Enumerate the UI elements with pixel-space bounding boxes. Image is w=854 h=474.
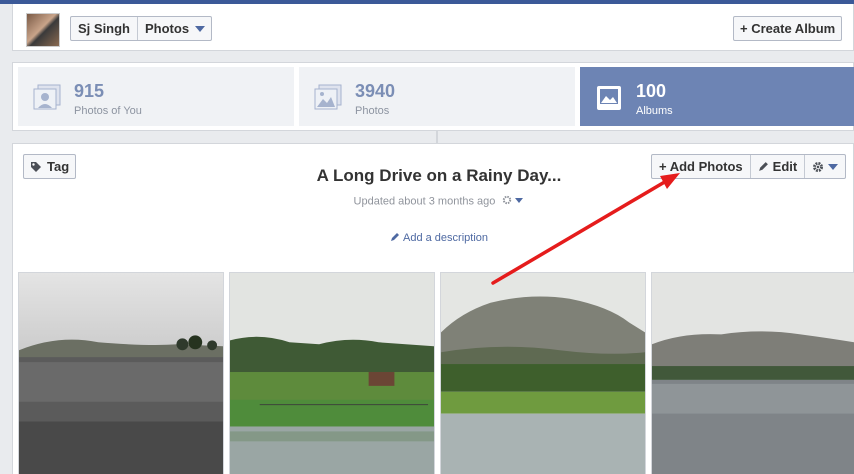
chevron-down-icon: [828, 163, 839, 170]
stat-photos[interactable]: 3940 Photos: [299, 67, 575, 126]
stat-count: 3940: [355, 81, 396, 101]
pencil-icon: [391, 233, 399, 241]
photo-field: [230, 273, 434, 474]
albums-icon: [597, 86, 621, 110]
album-actions: + Add Photos Edit: [651, 154, 847, 179]
album-photo[interactable]: [229, 272, 435, 474]
photo-stats: 915 Photos of You 3940 Photos 100 Albums: [12, 62, 854, 131]
add-photos-button[interactable]: + Add Photos: [652, 155, 750, 178]
stat-count: 915: [74, 81, 105, 101]
photo-lake-hill: [652, 273, 854, 474]
stat-count: 100: [636, 81, 667, 101]
edit-button[interactable]: Edit: [749, 155, 805, 178]
photos-dropdown[interactable]: Photos: [138, 17, 211, 40]
album-updated: Updated about 3 months ago: [13, 195, 854, 208]
album-panel: Tag A Long Drive on a Rainy Day... Updat…: [12, 143, 854, 474]
stat-photos-of-you[interactable]: 915 Photos of You: [18, 67, 294, 126]
gear-icon: [813, 161, 824, 172]
pencil-icon: [758, 162, 768, 171]
create-album-button[interactable]: + Create Album: [733, 16, 843, 41]
chevron-down-icon: [195, 25, 206, 32]
album-photo[interactable]: [440, 272, 646, 474]
photos-of-you-icon: [33, 84, 61, 110]
avatar[interactable]: [26, 13, 60, 47]
album-options-button[interactable]: [804, 155, 845, 178]
breadcrumb: Sj Singh Photos: [70, 16, 213, 41]
stat-albums[interactable]: 100 Albums: [580, 67, 854, 126]
user-name-link[interactable]: Sj Singh: [71, 17, 138, 40]
stat-label: Photos of You: [74, 105, 142, 117]
photo-lake: [19, 273, 223, 474]
privacy-gear-icon[interactable]: [502, 195, 524, 208]
stat-label: Photos: [355, 105, 390, 117]
photo-hill: [441, 273, 645, 474]
updated-text: Updated about 3 months ago: [353, 195, 496, 208]
stat-label: Albums: [636, 105, 673, 117]
add-description-link[interactable]: Add a description: [13, 232, 854, 244]
photos-dropdown-label: Photos: [145, 21, 190, 36]
edit-button-label: Edit: [772, 159, 798, 174]
add-description-label: Add a description: [403, 232, 488, 244]
album-photo[interactable]: [18, 272, 224, 474]
divider: [436, 131, 438, 143]
album-photo[interactable]: [651, 272, 854, 474]
photos-header: Sj Singh Photos + Create Album: [12, 4, 854, 51]
photos-icon: [314, 84, 342, 110]
